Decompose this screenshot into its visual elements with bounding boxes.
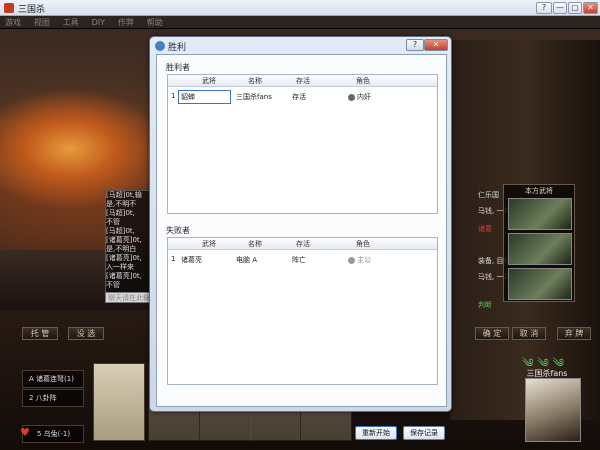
equipment-horse[interactable]: 5 乌兔(-1) xyxy=(22,425,84,443)
save-record-button[interactable]: 保存记录 xyxy=(403,426,445,440)
crown-icon xyxy=(348,256,355,264)
cell-general: 貂蝉 xyxy=(181,93,195,101)
eye-icon xyxy=(348,93,355,101)
chat-line: [诸葛亮]0t, xyxy=(106,254,142,262)
chat-line: 是,不明白 xyxy=(106,245,137,253)
menu-view[interactable]: 视图 xyxy=(29,16,55,29)
cell-general: 诸葛亮 xyxy=(181,256,202,264)
restart-button[interactable]: 重新开始 xyxy=(355,426,397,440)
cell-role: 主公 xyxy=(348,255,371,265)
chat-line: 是,不明不 xyxy=(106,200,137,208)
equipment-weapon[interactable]: A 诸葛连弩(1) xyxy=(22,370,84,388)
general-panel-title: 本方武将 xyxy=(525,187,553,195)
help-button[interactable]: ? xyxy=(536,2,552,14)
menu-game[interactable]: 游戏 xyxy=(0,16,26,29)
chat-input[interactable]: 聊天请在此输入 xyxy=(105,292,153,303)
unselect-button[interactable]: 没 选 xyxy=(68,327,104,340)
dialog-close-button[interactable]: ✕ xyxy=(424,39,448,51)
col-name[interactable]: 名称 xyxy=(232,239,278,249)
cell-name: 三国杀fans xyxy=(236,93,272,101)
chat-line: [诸葛亮]0t, xyxy=(106,236,142,244)
general-portrait[interactable] xyxy=(508,268,572,300)
menu-help[interactable]: 帮助 xyxy=(142,16,168,29)
col-status[interactable]: 存活 xyxy=(284,239,322,249)
chat-log[interactable]: [马超]0t,输 是,不明不 [马超]0t, 不管 [马超]0t, [诸葛亮]0… xyxy=(105,190,153,300)
table-header: 武将 名称 存活 角色 xyxy=(168,238,437,250)
maximize-button[interactable]: ▢ xyxy=(568,2,582,14)
general-portrait[interactable] xyxy=(508,233,572,265)
cancel-button[interactable]: 取 消 xyxy=(512,327,546,340)
losers-table[interactable]: 武将 名称 存活 角色 1 诸葛亮 电脑 A 阵亡 主公 xyxy=(167,237,438,385)
table-header: 武将 名称 存活 角色 xyxy=(168,75,437,87)
victory-dialog: 胜利 ? ✕ 胜利者 武将 名称 存活 角色 1 貂蝉 三国杀fans 存活 内… xyxy=(149,36,452,440)
row-index: 1 xyxy=(171,92,176,100)
confirm-button[interactable]: 确 定 xyxy=(475,327,509,340)
chat-line: [诸葛亮]0t, xyxy=(106,272,142,280)
cell-status: 阵亡 xyxy=(292,256,306,264)
log-text: 仁乐国 xyxy=(478,191,499,199)
app-icon xyxy=(4,3,14,13)
close-button[interactable]: ✕ xyxy=(583,2,598,14)
col-role[interactable]: 角色 xyxy=(330,76,396,86)
dialog-body: 胜利者 武将 名称 存活 角色 1 貂蝉 三国杀fans 存活 内奸 失败者 武… xyxy=(156,54,447,407)
app-title: 三国杀 xyxy=(18,5,46,15)
col-name[interactable]: 名称 xyxy=(232,76,278,86)
table-row[interactable]: 1 诸葛亮 电脑 A 阵亡 主公 xyxy=(168,252,437,268)
chat-line: [马超]0t, xyxy=(106,209,135,217)
col-general[interactable]: 武将 xyxy=(190,76,228,86)
log-text: 诸葛 xyxy=(478,225,492,233)
chat-line: [马超]0t, xyxy=(106,227,135,235)
cell-role: 内奸 xyxy=(348,92,371,102)
row-index: 1 xyxy=(171,255,176,263)
app-titlebar: 三国杀 ? — ▢ ✕ xyxy=(0,0,600,16)
dialog-icon xyxy=(155,41,165,51)
col-general[interactable]: 武将 xyxy=(190,239,228,249)
discard-button[interactable]: 弃 牌 xyxy=(557,327,591,340)
col-role[interactable]: 角色 xyxy=(330,239,396,249)
general-panel: 本方武将 xyxy=(503,184,575,302)
menu-tools[interactable]: 工具 xyxy=(58,16,84,29)
log-text: 判断 xyxy=(478,301,492,309)
chat-line: 不管 xyxy=(106,218,120,226)
dialog-title: 胜利 xyxy=(168,43,187,53)
chat-line: 入一样来 xyxy=(106,263,134,271)
general-portrait[interactable] xyxy=(508,198,572,230)
dialog-help-button[interactable]: ? xyxy=(406,39,424,51)
menu-cheat[interactable]: 作弊 xyxy=(113,16,139,29)
winners-label: 胜利者 xyxy=(166,63,190,72)
menu-diy[interactable]: DIY xyxy=(87,17,110,28)
minimize-button[interactable]: — xyxy=(553,2,567,14)
player-portrait[interactable] xyxy=(525,378,581,442)
chat-line: 不管 xyxy=(106,281,120,289)
menu-bar: 游戏 视图 工具 DIY 作弊 帮助 xyxy=(0,16,600,29)
cell-name: 电脑 A xyxy=(236,256,258,264)
table-row[interactable]: 1 貂蝉 三国杀fans 存活 内奸 xyxy=(168,89,437,105)
winners-table[interactable]: 武将 名称 存活 角色 1 貂蝉 三国杀fans 存活 内奸 xyxy=(167,74,438,214)
auto-play-button[interactable]: 托 管 xyxy=(22,327,58,340)
heart-icon: ♥ xyxy=(20,426,30,439)
hand-card[interactable] xyxy=(93,363,145,441)
equipment-armor[interactable]: 2 八卦阵 xyxy=(22,389,84,407)
col-status[interactable]: 存活 xyxy=(284,76,322,86)
role-label: 主公 xyxy=(357,256,371,264)
cell-status: 存活 xyxy=(292,93,306,101)
losers-label: 失败者 xyxy=(166,226,190,235)
role-label: 内奸 xyxy=(357,93,371,101)
chat-line: [马超]0t,输 xyxy=(106,191,142,199)
